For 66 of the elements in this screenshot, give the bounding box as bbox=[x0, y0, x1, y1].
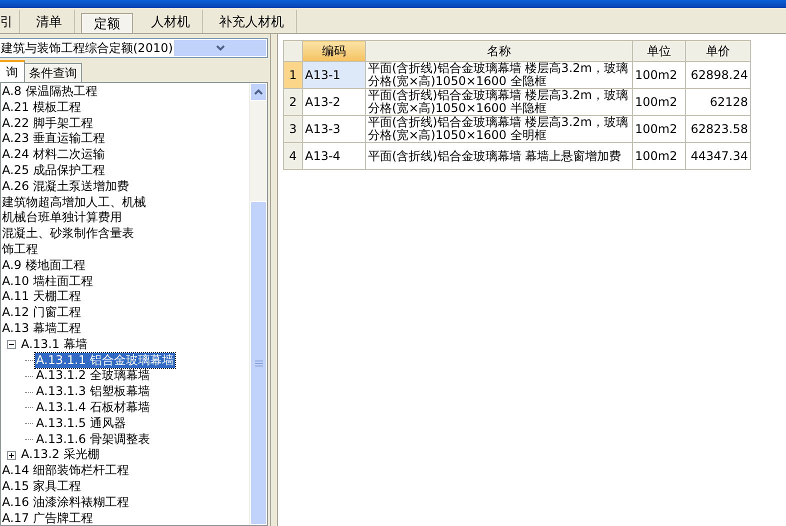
column-header[interactable]: 名称 bbox=[366, 40, 632, 62]
row-number: 3 bbox=[284, 116, 302, 142]
tree-item[interactable]: A.12 门窗工程 bbox=[1, 305, 82, 321]
table-cell: 100m2 bbox=[632, 62, 686, 88]
tree-item[interactable]: 混凝土、砂浆制作含量表 bbox=[1, 226, 135, 242]
tab[interactable]: 清单 bbox=[24, 10, 75, 33]
tab[interactable]: 询 bbox=[0, 60, 25, 82]
row-number: 1 bbox=[284, 62, 302, 88]
tree-item[interactable]: A.8 保温隔热工程 bbox=[1, 84, 98, 100]
table-cell: A13-2 bbox=[302, 88, 366, 116]
tree-item[interactable]: A.13 幕墙工程 bbox=[1, 320, 82, 337]
tab[interactable]: 条件查询 bbox=[24, 63, 82, 82]
column-header[interactable]: 单价 bbox=[686, 40, 750, 62]
tree-item[interactable]: A.16 油漆涂料裱糊工程 bbox=[1, 494, 130, 511]
tree-item[interactable]: A.13.1.2 全玻璃幕墙 bbox=[35, 368, 151, 384]
table-cell: A13-1 bbox=[302, 62, 366, 88]
tree-item[interactable]: 饰工程 bbox=[1, 242, 39, 258]
table-cell: 平面(含折线)铝合金玻璃幕墙 楼层高3.2m，玻璃分格(宽×高)1050×1600 全明框 bbox=[366, 116, 632, 142]
table-cell: A13-4 bbox=[302, 142, 366, 170]
expand-icon[interactable] bbox=[7, 450, 16, 460]
tree-item[interactable]: A.22 脚手架工程 bbox=[1, 116, 94, 132]
scrollbar[interactable] bbox=[249, 83, 267, 525]
tree-item[interactable]: A.21 模板工程 bbox=[1, 100, 82, 116]
tree-item[interactable]: A.15 家具工程 bbox=[1, 478, 82, 495]
tree-item[interactable]: A.24 材料二次运输 bbox=[1, 147, 106, 163]
tree-item[interactable]: A.25 成品保护工程 bbox=[1, 162, 106, 179]
tab[interactable]: 补充人材机 bbox=[207, 10, 297, 33]
row-number: 4 bbox=[284, 142, 302, 170]
tab[interactable]: 引 bbox=[0, 10, 20, 33]
table-cell: 平面(含折线)铝合金玻璃幕墙 楼层高3.2m，玻璃分格(宽×高)1050×1600 半隐框 bbox=[366, 88, 632, 116]
table-cell: 62823.58 bbox=[686, 116, 750, 142]
tree-item[interactable]: A.13.1.4 石板材幕墙 bbox=[35, 400, 151, 416]
tab[interactable]: 定额 bbox=[81, 13, 133, 33]
tab[interactable]: 人材机 bbox=[139, 10, 203, 33]
chevron-up-icon[interactable] bbox=[250, 83, 267, 101]
tree-item[interactable]: A.13.1.6 骨架调整表 bbox=[35, 432, 151, 448]
table-cell: A13-3 bbox=[302, 116, 366, 142]
table-cell: 平面(含折线)铝合金玻璃幕墙 楼层高3.2m，玻璃分格(宽×高)1050×1600 全隐框 bbox=[366, 62, 632, 88]
tree-item[interactable]: A.13.1.5 通风器 bbox=[35, 416, 127, 432]
tree-item[interactable]: A.13.1.3 铝塑板幕墙 bbox=[35, 384, 151, 400]
tree-item[interactable]: 机械台班单独计算费用 bbox=[1, 210, 123, 226]
tree-item[interactable]: A.10 墙柱面工程 bbox=[1, 274, 94, 290]
tree-item[interactable]: A.11 天棚工程 bbox=[1, 289, 82, 306]
tree-item[interactable]: 建筑物超高增加人工、机械 bbox=[1, 194, 147, 210]
tree-item[interactable]: A.26 混凝土泵送增加费 bbox=[1, 178, 130, 195]
table-cell: 100m2 bbox=[632, 88, 686, 116]
collapse-icon[interactable] bbox=[7, 340, 16, 350]
table-cell: 100m2 bbox=[632, 116, 686, 142]
table-cell: 62128 bbox=[686, 88, 750, 116]
tree-item[interactable]: A.13.1.1 铝合金玻璃幕墙 bbox=[35, 352, 175, 368]
scroll-thumb[interactable] bbox=[250, 201, 267, 525]
tree-item[interactable]: A.23 垂直运输工程 bbox=[1, 131, 106, 148]
tree-item[interactable]: A.14 细部装饰栏杆工程 bbox=[1, 463, 130, 479]
column-header[interactable]: 单位 bbox=[632, 40, 686, 62]
quota-dropdown[interactable]: 建筑与装饰工程综合定额(2010) bbox=[0, 38, 268, 58]
table-cell: 100m2 bbox=[632, 142, 686, 170]
chevron-down-icon[interactable] bbox=[172, 39, 267, 57]
tree-item[interactable]: A.13.2 采光棚 bbox=[20, 447, 100, 464]
tree-item[interactable]: A.9 楼地面工程 bbox=[1, 258, 86, 274]
table-cell: 平面(含折线)铝合金玻璃幕墙 幕墙上悬窗增加费 bbox=[366, 142, 632, 170]
column-header[interactable]: 编码 bbox=[302, 40, 366, 62]
table-cell: 44347.34 bbox=[686, 142, 750, 170]
table-cell: 62898.24 bbox=[686, 62, 750, 88]
row-number: 2 bbox=[284, 88, 302, 116]
tree-item[interactable]: A.17 广告牌工程 bbox=[1, 510, 94, 525]
tree-item[interactable]: A.13.1 幕墙 bbox=[20, 336, 88, 353]
